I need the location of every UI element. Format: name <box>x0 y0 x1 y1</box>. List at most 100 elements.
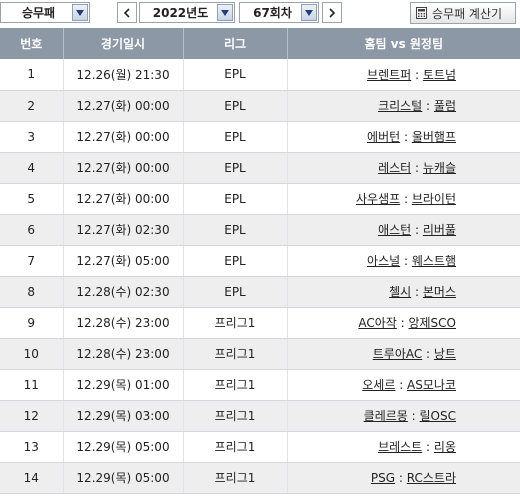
calculator-button[interactable]: 승무패 계산기 <box>410 2 516 24</box>
header-match: 홈팀 vs 원정팀 <box>287 28 520 59</box>
table-row: 9 12.28(수) 23:00 프리그1 AC아작 : 앙제SCO <box>0 307 520 339</box>
prev-round-button[interactable] <box>117 2 137 23</box>
match-separator: : <box>400 192 412 206</box>
row-league: 프리그1 <box>183 307 288 339</box>
match-separator: : <box>411 223 423 237</box>
row-match: 클레르몽 : 릴OSC <box>287 400 520 432</box>
next-round-button[interactable] <box>322 2 342 23</box>
header-league: 리그 <box>183 28 288 59</box>
away-team-link[interactable]: AS모나코 <box>407 378 456 392</box>
row-league: EPL <box>183 90 288 122</box>
row-datetime: 12.28(수) 23:00 <box>63 338 184 370</box>
calculator-label: 승무패 계산기 <box>432 6 503 21</box>
toolbar: 승무패 2022년도 67회차 승무패 계산기 <box>0 0 520 28</box>
row-datetime: 12.26(월) 21:30 <box>63 59 184 91</box>
home-team-link[interactable]: AC아작 <box>358 316 396 330</box>
away-team-link[interactable]: 토트넘 <box>423 68 456 82</box>
away-team-link[interactable]: 브라이턴 <box>412 192 456 206</box>
home-team-link[interactable]: 트루아AC <box>373 347 423 361</box>
row-league: EPL <box>183 183 288 215</box>
row-datetime: 12.28(수) 23:00 <box>63 307 184 339</box>
home-team-link[interactable]: 브렌트퍼 <box>367 68 411 82</box>
game-type-value: 승무패 <box>21 6 56 20</box>
row-league: EPL <box>183 152 288 184</box>
year-select[interactable]: 2022년도 <box>139 2 235 23</box>
table-row: 14 12.29(목) 05:00 프리그1 PSG : RC스트라 <box>0 462 520 494</box>
row-number: 13 <box>0 431 64 463</box>
home-team-link[interactable]: 크리스털 <box>378 99 422 113</box>
match-separator: : <box>422 440 434 454</box>
home-team-link[interactable]: 사우샘프 <box>356 192 400 206</box>
row-number: 5 <box>0 183 64 215</box>
row-number: 6 <box>0 214 64 246</box>
row-league: EPL <box>183 276 288 308</box>
row-match: 브레스트 : 리옹 <box>287 431 520 463</box>
row-match: 크리스털 : 풀럼 <box>287 90 520 122</box>
table-row: 3 12.27(화) 00:00 EPL 에버턴 : 울버햄프 <box>0 121 520 153</box>
chevron-down-icon[interactable] <box>301 4 317 21</box>
table-row: 6 12.27(화) 02:30 EPL 애스턴 : 리버풀 <box>0 214 520 246</box>
row-number: 2 <box>0 90 64 122</box>
away-team-link[interactable]: 웨스트햄 <box>412 254 456 268</box>
row-datetime: 12.29(목) 01:00 <box>63 369 184 401</box>
row-match: 오세르 : AS모나코 <box>287 369 520 401</box>
home-team-link[interactable]: 클레르몽 <box>364 409 408 423</box>
away-team-link[interactable]: 뉴캐슬 <box>423 161 456 175</box>
away-team-link[interactable]: 앙제SCO <box>408 316 456 330</box>
away-team-link[interactable]: 낭트 <box>434 347 456 361</box>
match-separator: : <box>422 347 434 361</box>
away-team-link[interactable]: 리버풀 <box>423 223 456 237</box>
match-separator: : <box>411 285 423 299</box>
match-separator: : <box>411 161 423 175</box>
row-match: 첼시 : 본머스 <box>287 276 520 308</box>
away-team-link[interactable]: RC스트라 <box>407 471 456 485</box>
row-number: 12 <box>0 400 64 432</box>
table-row: 10 12.28(수) 23:00 프리그1 트루아AC : 낭트 <box>0 338 520 370</box>
row-datetime: 12.29(목) 03:00 <box>63 400 184 432</box>
match-separator: : <box>422 99 434 113</box>
home-team-link[interactable]: PSG <box>371 471 395 485</box>
table-row: 13 12.29(목) 05:00 프리그1 브레스트 : 리옹 <box>0 431 520 463</box>
chevron-left-icon <box>123 7 130 18</box>
table-row: 5 12.27(화) 00:00 EPL 사우샘프 : 브라이턴 <box>0 183 520 215</box>
away-team-link[interactable]: 본머스 <box>423 285 456 299</box>
round-select[interactable]: 67회차 <box>239 2 319 23</box>
home-team-link[interactable]: 애스턴 <box>378 223 411 237</box>
row-match: 애스턴 : 리버풀 <box>287 214 520 246</box>
match-separator: : <box>400 130 412 144</box>
table-row: 8 12.28(수) 02:30 EPL 첼시 : 본머스 <box>0 276 520 308</box>
away-team-link[interactable]: 풀럼 <box>434 99 456 113</box>
row-datetime: 12.27(화) 00:00 <box>63 90 184 122</box>
row-number: 14 <box>0 462 64 494</box>
row-number: 1 <box>0 59 64 91</box>
chevron-right-icon <box>329 7 336 18</box>
away-team-link[interactable]: 리옹 <box>434 440 456 454</box>
match-separator: : <box>411 67 423 82</box>
away-team-link[interactable]: 릴OSC <box>420 409 456 423</box>
chevron-down-icon[interactable] <box>72 4 88 21</box>
away-team-link[interactable]: 울버햄프 <box>412 130 456 144</box>
row-league: EPL <box>183 121 288 153</box>
row-match: AC아작 : 앙제SCO <box>287 307 520 339</box>
home-team-link[interactable]: 브레스트 <box>378 440 422 454</box>
home-team-link[interactable]: 첼시 <box>389 285 411 299</box>
home-team-link[interactable]: 레스터 <box>378 161 411 175</box>
row-match: 레스터 : 뉴캐슬 <box>287 152 520 184</box>
home-team-link[interactable]: 에버턴 <box>367 130 400 144</box>
row-league: 프리그1 <box>183 369 288 401</box>
table-row: 11 12.29(목) 01:00 프리그1 오세르 : AS모나코 <box>0 369 520 401</box>
row-match: 사우샘프 : 브라이턴 <box>287 183 520 215</box>
row-league: EPL <box>183 214 288 246</box>
home-team-link[interactable]: 아스널 <box>367 254 400 268</box>
calculator-icon <box>416 7 427 19</box>
home-team-link[interactable]: 오세르 <box>362 378 395 392</box>
chevron-down-icon[interactable] <box>217 4 233 21</box>
row-datetime: 12.27(화) 00:00 <box>63 121 184 153</box>
match-separator: : <box>400 254 412 268</box>
row-league: EPL <box>183 245 288 277</box>
round-value: 67회차 <box>253 6 292 20</box>
match-separator: : <box>407 409 420 423</box>
row-number: 10 <box>0 338 64 370</box>
header-datetime: 경기일시 <box>63 28 184 59</box>
game-type-select[interactable]: 승무패 <box>0 2 90 23</box>
